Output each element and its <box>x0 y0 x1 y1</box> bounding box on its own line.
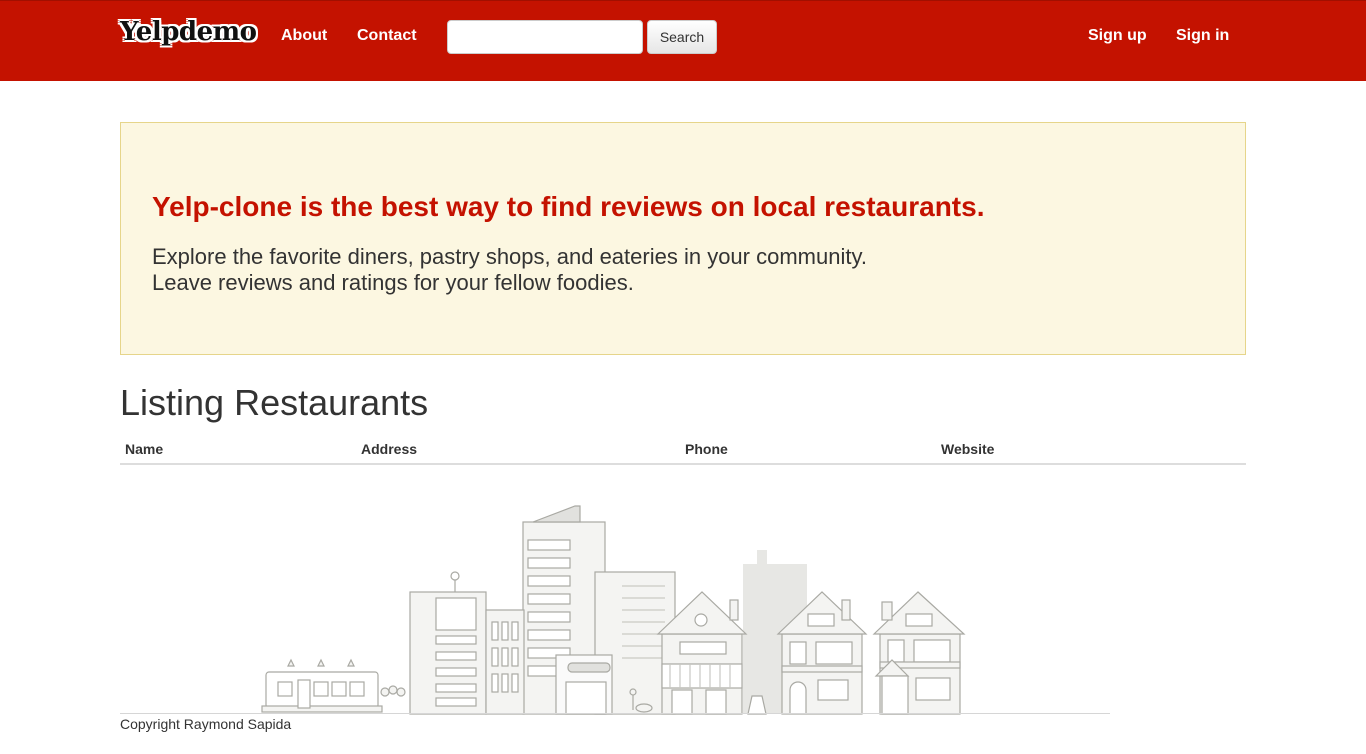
ground-line <box>120 713 1110 714</box>
search-button[interactable]: Search <box>647 20 717 54</box>
column-header-phone: Phone <box>685 441 728 457</box>
search-input[interactable] <box>447 20 643 54</box>
hero-description-line-2: Leave reviews and ratings for your fello… <box>152 270 634 295</box>
hero-banner: Yelp-clone is the best way to find revie… <box>120 122 1246 355</box>
column-header-website: Website <box>941 441 995 457</box>
nav-contact-link[interactable]: Contact <box>357 27 417 45</box>
navbar: Yelpdemo About Contact Search Sign up Si… <box>0 0 1366 81</box>
column-header-name: Name <box>125 441 164 457</box>
sign-up-link[interactable]: Sign up <box>1088 27 1147 45</box>
hero-title: Yelp-clone is the best way to find revie… <box>152 191 985 222</box>
brand-logo[interactable]: Yelpdemo <box>120 17 257 47</box>
sign-in-link[interactable]: Sign in <box>1176 27 1229 45</box>
page-title: Listing Restaurants <box>120 382 429 423</box>
nav-about-link[interactable]: About <box>281 27 327 45</box>
city-skyline-illustration <box>261 505 966 715</box>
copyright-text: Copyright Raymond Sapida <box>120 716 292 732</box>
hero-description-line-1: Explore the favorite diners, pastry shop… <box>152 244 867 269</box>
restaurants-table-header: Name Address Phone Website <box>120 438 1246 465</box>
column-header-address: Address <box>361 441 418 457</box>
